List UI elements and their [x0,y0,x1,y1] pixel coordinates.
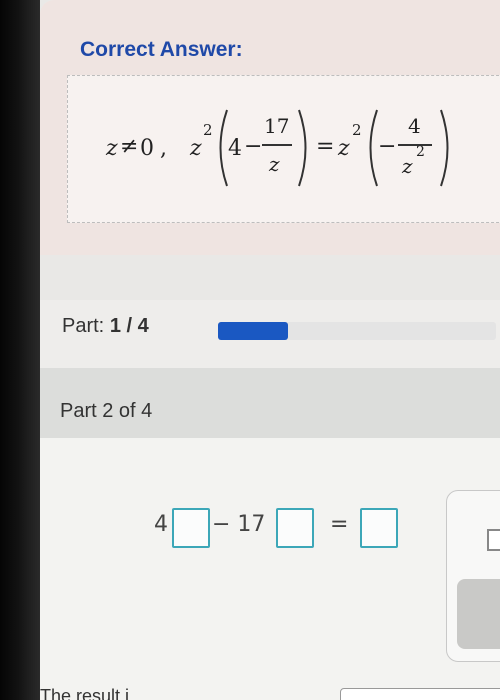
rhs-fraction-bar [398,144,432,146]
condition-var: z [106,136,118,161]
rhs-minus-sign: − [378,134,397,159]
right-paren-icon [298,109,307,187]
rhs-exponent: 2 [352,121,362,139]
keypad-panel [446,490,500,662]
keypad-gray-button[interactable] [457,579,500,649]
bottom-partial-text: The result i [40,686,130,700]
part-label: Part: 1 / 4 [62,315,149,338]
answer-box-1[interactable] [172,508,210,548]
rhs-denominator-variable: z [402,154,413,178]
part-2-label: Part 2 of 4 [60,400,153,422]
condition-value: 0 [140,136,154,161]
equals-sign-2: = [330,512,349,537]
answer-box-3[interactable] [360,508,398,548]
bottom-input-field[interactable] [340,688,500,700]
progress-bar-fill [218,322,288,340]
work-area [40,438,500,700]
coefficient-four: 4 [154,512,168,537]
dark-screen-edge [0,0,40,700]
box-template-button[interactable] [487,529,500,551]
fraction-denominator: z [269,152,280,176]
rhs-fraction-numerator: 4 [408,114,421,138]
rhs-denominator-exponent: 2 [416,144,425,160]
fraction-bar [262,144,292,146]
right-paren-icon [440,109,449,187]
part-value: 1 / 4 [109,315,149,337]
correct-answer-box: z ≠ 0 , z 2 4 − 17 z = z 2 − 4 z 2 [67,75,500,223]
progress-bar [218,322,496,340]
comma: , [160,136,167,161]
four: 4 [228,136,242,161]
rhs-variable: z [338,136,350,161]
answer-box-2[interactable] [276,508,314,548]
fraction-numerator: 17 [264,114,290,138]
spacer-band [40,255,500,300]
not-equal-sign: ≠ [120,134,139,159]
minus-seventeen: − 17 [212,512,266,537]
correct-answer-heading: Correct Answer: [80,38,243,61]
content-panel: Correct Answer: z ≠ 0 , z 2 4 − 17 z = z [40,0,500,700]
equals-sign: = [316,134,335,159]
part-label-text: Part: [62,315,105,337]
lhs-variable: z [190,136,202,161]
minus-sign: − [244,134,263,159]
correct-answer-section: Correct Answer: z ≠ 0 , z 2 4 − 17 z = z [40,0,500,255]
